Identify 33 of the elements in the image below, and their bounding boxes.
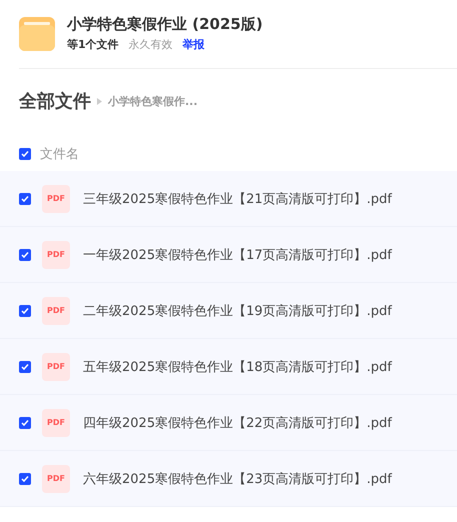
file-name: 六年级2025寒假特色作业【23页高清版可打印】.pdf — [83, 470, 392, 488]
file-name: 四年级2025寒假特色作业【22页高清版可打印】.pdf — [83, 414, 392, 432]
pdf-icon: PDF — [42, 296, 70, 324]
pdf-icon: PDF — [42, 408, 70, 436]
file-count: 等1个文件 — [67, 37, 119, 52]
validity-text: 永久有效 — [128, 37, 173, 52]
file-row[interactable]: PDF 六年级2025寒假特色作业【23页高清版可打印】.pdf — [0, 451, 457, 507]
pdf-icon: PDF — [42, 352, 70, 380]
checkbox[interactable] — [19, 304, 31, 316]
file-name: 三年级2025寒假特色作业【21页高清版可打印】.pdf — [83, 190, 392, 208]
checkbox[interactable] — [19, 360, 31, 372]
file-row[interactable]: PDF 四年级2025寒假特色作业【22页高清版可打印】.pdf — [0, 395, 457, 451]
breadcrumb-root[interactable]: 全部文件 — [19, 89, 91, 113]
pdf-icon: PDF — [42, 240, 70, 268]
file-row[interactable]: PDF 二年级2025寒假特色作业【19页高清版可打印】.pdf — [0, 283, 457, 339]
file-row[interactable]: PDF 一年级2025寒假特色作业【17页高清版可打印】.pdf — [0, 227, 457, 283]
report-link[interactable]: 举报 — [182, 37, 205, 52]
file-name: 二年级2025寒假特色作业【19页高清版可打印】.pdf — [83, 302, 392, 320]
file-row[interactable]: PDF 三年级2025寒假特色作业【21页高清版可打印】.pdf — [0, 171, 457, 227]
column-header: 文件名 — [40, 146, 79, 163]
share-title: 小学特色寒假作业 (2025版) — [67, 15, 263, 34]
checkbox[interactable] — [19, 416, 31, 428]
checkbox[interactable] — [19, 148, 31, 160]
checkbox[interactable] — [19, 192, 31, 204]
folder-icon — [19, 16, 55, 50]
pdf-icon: PDF — [42, 464, 70, 492]
file-row[interactable]: PDF 五年级2025寒假特色作业【18页高清版可打印】.pdf — [0, 339, 457, 395]
file-name: 五年级2025寒假特色作业【18页高清版可打印】.pdf — [83, 358, 392, 376]
pdf-icon: PDF — [42, 184, 70, 212]
checkbox[interactable] — [19, 248, 31, 260]
checkbox[interactable] — [19, 472, 31, 484]
file-name: 一年级2025寒假特色作业【17页高清版可打印】.pdf — [83, 246, 392, 264]
chevron-icon — [97, 98, 102, 104]
